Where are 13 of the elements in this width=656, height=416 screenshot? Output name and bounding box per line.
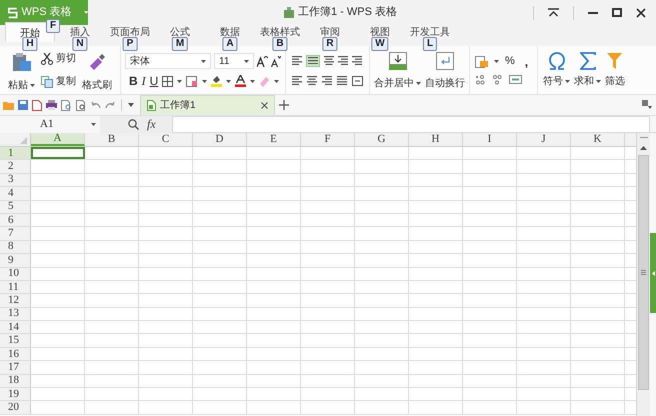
- shortcut-key-tooltip: R: [322, 37, 338, 51]
- shortcut-key-tooltip: P: [122, 37, 138, 51]
- shortcut-key-tooltip: F: [46, 19, 60, 33]
- window-title: 工作簿1 - WPS 表格: [298, 5, 397, 20]
- shortcut-key-tooltip: W: [371, 37, 389, 51]
- app-menu-label: WPS 表格: [22, 5, 72, 20]
- shortcut-key-tooltip: A: [222, 37, 238, 51]
- shortcut-key-tooltip: N: [72, 37, 88, 51]
- shortcut-key-tooltip: B: [272, 37, 288, 51]
- document-tab-label: 工作簿1: [160, 99, 197, 113]
- shortcut-key-tooltip: M: [172, 37, 188, 51]
- shortcut-key-tooltip: H: [22, 37, 38, 51]
- shortcut-key-tooltip: L: [422, 37, 438, 51]
